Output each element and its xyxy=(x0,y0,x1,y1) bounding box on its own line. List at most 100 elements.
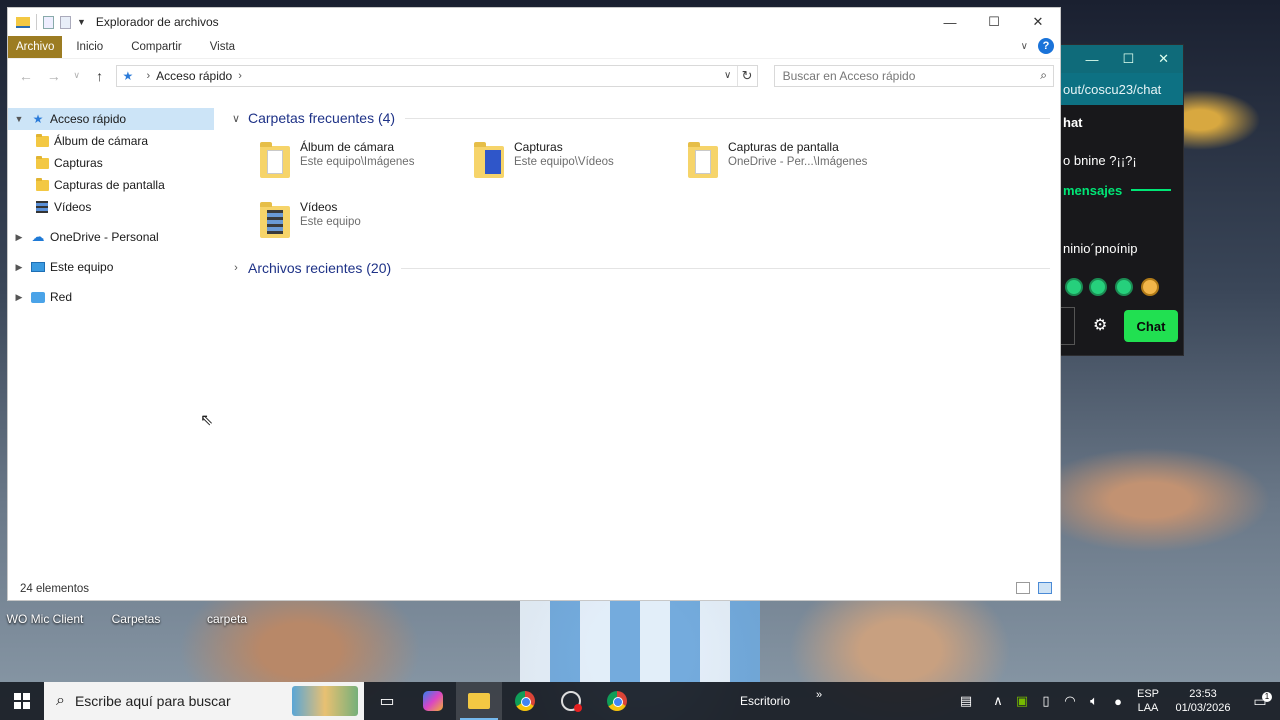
nav-item-capturas[interactable]: Capturas xyxy=(8,152,218,174)
gear-icon[interactable]: ⚙ xyxy=(1093,315,1107,335)
taskbar-search[interactable]: ⌕ Escribe aquí para buscar xyxy=(44,682,364,720)
mouse-cursor-icon: ⇖ xyxy=(200,412,214,429)
close-button[interactable]: ✕ xyxy=(1016,8,1060,36)
new-folder-icon[interactable] xyxy=(60,15,71,29)
obs-icon xyxy=(561,691,582,712)
chevron-down-icon[interactable]: ▼ xyxy=(77,17,86,27)
chat-send-button[interactable]: Chat xyxy=(1124,310,1178,342)
tab-inicio[interactable]: Inicio xyxy=(62,36,117,58)
tile-name: Álbum de cámara xyxy=(300,140,395,154)
emote-icon[interactable] xyxy=(1115,278,1133,296)
maximize-button[interactable]: ☐ xyxy=(972,8,1016,36)
nav-label: Álbum de cámara xyxy=(54,134,149,148)
chevron-right-icon[interactable]: › xyxy=(228,262,244,274)
chevron-down-icon[interactable]: ∨ xyxy=(719,70,737,81)
volume-icon[interactable]: 🔈︎ xyxy=(1082,682,1106,720)
recent-locations-icon[interactable]: ∨ xyxy=(70,64,84,88)
desktop-icon-wo-mic[interactable]: WO Mic Client xyxy=(0,600,90,626)
emote-icon[interactable] xyxy=(1089,278,1107,296)
explorer-app-icon xyxy=(16,16,30,28)
clock[interactable]: 23:53 01/03/2026 xyxy=(1166,687,1240,715)
nav-label: OneDrive - Personal xyxy=(50,230,159,244)
chevron-down-icon[interactable]: ▼ xyxy=(12,114,26,124)
search-highlight-image[interactable] xyxy=(292,686,358,716)
nav-item-capturas-pantalla[interactable]: Capturas de pantalla xyxy=(8,174,218,196)
navigation-pane: ▼ ★ Acceso rápido Álbum de cámara Captur… xyxy=(8,104,218,580)
start-button[interactable] xyxy=(0,682,44,720)
emote-icon[interactable] xyxy=(1141,278,1159,296)
chevron-right-icon[interactable]: ▶ xyxy=(12,232,26,243)
expand-ribbon-icon[interactable]: ∨ xyxy=(1021,41,1028,52)
wifi-icon[interactable]: ◠ xyxy=(1058,682,1082,720)
nav-item-network[interactable]: ▶ Red xyxy=(8,286,218,308)
group-header-frequent[interactable]: ∨ Carpetas frecuentes (4) xyxy=(228,106,1060,130)
chat-input[interactable] xyxy=(1061,307,1075,345)
desktop-icon-carpeta[interactable]: carpeta xyxy=(182,600,272,626)
network-icon xyxy=(30,290,46,304)
group-header-recent[interactable]: › Archivos recientes (20) xyxy=(228,256,1060,280)
tab-archivo[interactable]: Archivo xyxy=(8,36,63,58)
folder-tile-album-camara[interactable]: Álbum de cámara Este equipo\Imágenes xyxy=(258,134,472,194)
chat-window[interactable]: — ☐ ✕ out/coscu23/chat hat o bnine ?¡¡?¡… xyxy=(1040,44,1184,356)
nvidia-icon[interactable]: ▣ xyxy=(1010,682,1034,720)
maximize-icon[interactable]: ☐ xyxy=(1122,51,1134,67)
desktop-icon-carpetas[interactable]: Carpetas xyxy=(91,600,181,626)
emote-icon[interactable] xyxy=(1065,278,1083,296)
chevron-right-icon[interactable]: › xyxy=(238,70,242,82)
search-icon[interactable]: ⌕ xyxy=(1040,68,1047,83)
star-icon: ★ xyxy=(32,112,44,126)
group-title: Carpetas frecuentes (4) xyxy=(248,110,396,126)
up-button[interactable]: ↑ xyxy=(88,64,112,88)
nav-item-quick-access[interactable]: ▼ ★ Acceso rápido xyxy=(8,108,214,130)
properties-icon[interactable] xyxy=(43,15,54,29)
taskbar-copilot[interactable] xyxy=(410,682,456,720)
minimize-button[interactable]: — xyxy=(928,8,972,36)
chat-titlebar: — ☐ ✕ xyxy=(1041,45,1183,73)
clock-time: 23:53 xyxy=(1189,688,1217,700)
folder-tile-videos[interactable]: Vídeos Este equipo xyxy=(258,194,472,254)
desktop-icon-label: carpeta xyxy=(206,612,248,626)
tile-path: Este equipo\Imágenes xyxy=(300,156,415,168)
taskbar-chrome-profile[interactable] xyxy=(594,682,640,720)
desktop-toolbar-label[interactable]: Escritorio xyxy=(740,694,790,708)
device-icon[interactable]: ▯ xyxy=(1034,682,1058,720)
tab-vista[interactable]: Vista xyxy=(196,36,249,58)
forward-button[interactable]: → xyxy=(42,64,66,88)
chevron-right-icon[interactable]: ▶ xyxy=(12,262,26,273)
desktop-icon-label: Carpetas xyxy=(111,612,161,626)
taskbar-file-explorer[interactable] xyxy=(456,682,502,720)
notification-center-button[interactable]: ▭ 1 xyxy=(1240,691,1280,710)
chevron-down-icon[interactable]: ∨ xyxy=(228,112,244,125)
search-input[interactable]: Buscar en Acceso rápido ⌕ xyxy=(773,64,1055,87)
news-icon[interactable]: ▤ xyxy=(946,682,986,720)
chevron-right-icon[interactable]: › xyxy=(147,70,151,82)
details-view-icon[interactable] xyxy=(1016,582,1030,594)
folder-icon xyxy=(34,155,50,170)
nav-item-album-camara[interactable]: Álbum de cámara xyxy=(8,130,218,152)
tab-compartir[interactable]: Compartir xyxy=(117,36,195,58)
computer-icon xyxy=(30,260,46,274)
task-view-button[interactable]: ▭ xyxy=(364,682,410,720)
taskbar-chrome[interactable] xyxy=(502,682,548,720)
microphone-icon[interactable]: ● xyxy=(1106,682,1130,720)
chevron-right-icon[interactable]: » xyxy=(816,689,822,701)
back-button[interactable]: ← xyxy=(14,64,38,88)
minimize-icon[interactable]: — xyxy=(1085,52,1098,67)
large-icons-view-icon[interactable] xyxy=(1038,582,1052,594)
chevron-up-icon[interactable]: ∧ xyxy=(986,682,1010,720)
address-text[interactable]: Acceso rápido xyxy=(156,69,232,83)
address-bar[interactable]: ★ › Acceso rápido › ∨ ↻ xyxy=(115,64,758,87)
nav-item-videos[interactable]: Vídeos xyxy=(8,196,218,218)
folder-tile-capturas-pantalla[interactable]: Capturas de pantalla OneDrive - Per...\I… xyxy=(686,134,900,194)
window-title: Explorador de archivos xyxy=(95,15,219,29)
chevron-right-icon[interactable]: ▶ xyxy=(12,292,26,303)
nav-item-this-pc[interactable]: ▶ Este equipo xyxy=(8,256,218,278)
folder-tile-capturas[interactable]: Capturas Este equipo\Vídeos xyxy=(472,134,686,194)
file-explorer-window[interactable]: ▼ Explorador de archivos — ☐ ✕ Archivo I… xyxy=(7,7,1061,601)
close-icon[interactable]: ✕ xyxy=(1158,51,1169,67)
nav-item-onedrive[interactable]: ▶ ☁ OneDrive - Personal xyxy=(8,226,218,248)
taskbar-obs[interactable] xyxy=(548,682,594,720)
refresh-icon[interactable]: ↻ xyxy=(736,65,757,86)
help-icon[interactable]: ? xyxy=(1038,38,1054,54)
language-indicator[interactable]: ESP LAA xyxy=(1130,687,1166,715)
